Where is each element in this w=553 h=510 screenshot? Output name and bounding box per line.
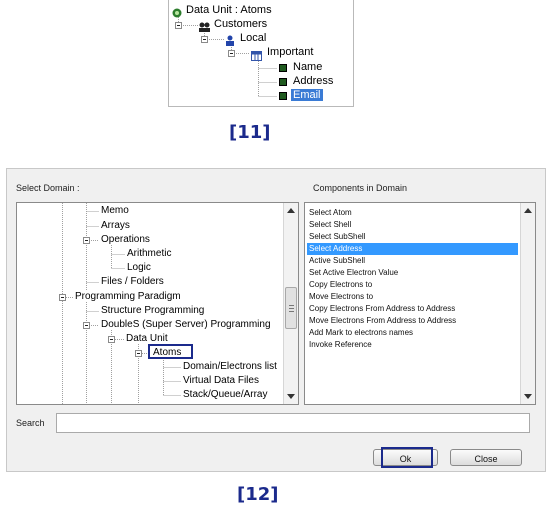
domain-tree[interactable]: Memo Arrays Operations Arithmetic Logic … [16, 202, 299, 405]
tree-item-virtual-data-files[interactable]: Virtual Data Files [183, 376, 259, 386]
tree-item-operations[interactable]: Operations [101, 235, 150, 245]
scroll-down-arrow-icon[interactable] [287, 394, 295, 399]
tree-item-email-selected[interactable]: Email [291, 89, 323, 101]
tree-item-doubles-programming[interactable]: DoubleS (Super Server) Programming [101, 320, 271, 330]
customers-icon [199, 19, 210, 32]
component-item[interactable]: Invoke Reference [307, 339, 518, 351]
expand-toggle-operations[interactable] [83, 237, 90, 244]
select-domain-label: Select Domain : [16, 183, 80, 193]
select-domain-dialog: Select Domain : Components in Domain Mem… [6, 168, 546, 472]
local-icon [225, 33, 235, 46]
component-item[interactable]: Copy Electrons From Address to Address [307, 303, 518, 315]
tree-item-name[interactable]: Name [293, 62, 322, 73]
data-unit-icon [172, 5, 182, 18]
component-item[interactable]: Select SubShell [307, 231, 518, 243]
tree-item-memo[interactable]: Memo [101, 206, 129, 216]
components-label: Components in Domain [313, 183, 408, 193]
tree-item-local[interactable]: Local [240, 33, 266, 44]
tree-item-structure-programming[interactable]: Structure Programming [101, 306, 204, 316]
tree-item-stack-queue-array[interactable]: Stack/Queue/Array [183, 390, 267, 400]
expand-toggle-doubles[interactable] [83, 322, 90, 329]
tree-item-important[interactable]: Important [267, 47, 313, 58]
component-item[interactable]: Copy Electrons to [307, 279, 518, 291]
tree-item-address[interactable]: Address [293, 76, 333, 87]
ok-highlight-box [381, 447, 433, 468]
expand-toggle-local[interactable] [201, 36, 208, 43]
component-item[interactable]: Add Mark to electrons names [307, 327, 518, 339]
expand-toggle-customers[interactable] [175, 22, 182, 29]
tree-root-label[interactable]: Data Unit : Atoms [186, 5, 272, 16]
tree-item-arithmetic[interactable]: Arithmetic [127, 249, 171, 259]
field-icon [279, 92, 287, 100]
table-icon [251, 48, 262, 61]
tree-item-domain-electrons[interactable]: Domain/Electrons list [183, 362, 277, 372]
tree-item-logic[interactable]: Logic [127, 263, 151, 273]
search-label: Search [16, 418, 45, 428]
component-item[interactable]: Select Atom [307, 207, 518, 219]
component-item[interactable]: Select Shell [307, 219, 518, 231]
expand-toggle-important[interactable] [228, 50, 235, 57]
scroll-down-arrow-icon[interactable] [524, 394, 532, 399]
tree-view-figure-11: Data Unit : Atoms Customers Local Import… [168, 0, 354, 107]
component-item[interactable]: Move Electrons to [307, 291, 518, 303]
close-button[interactable]: Close [450, 449, 522, 466]
scroll-up-arrow-icon[interactable] [287, 208, 295, 213]
atoms-highlight-box [148, 344, 193, 359]
component-item[interactable]: Move Electrons From Address to Address [307, 315, 518, 327]
tree-item-data-unit[interactable]: Data Unit [126, 334, 168, 344]
component-item[interactable]: Active SubShell [307, 255, 518, 267]
caption-12: [12] [237, 484, 279, 505]
components-scrollbar[interactable] [520, 203, 535, 404]
tree-item-files-folders[interactable]: Files / Folders [101, 277, 164, 287]
tree-item-programming-paradigm[interactable]: Programming Paradigm [75, 292, 181, 302]
expand-toggle-paradigm[interactable] [59, 294, 66, 301]
domain-tree-scrollbar[interactable] [283, 203, 298, 404]
component-item[interactable]: Select Address [307, 243, 518, 255]
search-input[interactable] [56, 413, 530, 433]
field-icon [279, 64, 287, 72]
component-item[interactable]: Set Active Electron Value [307, 267, 518, 279]
components-list[interactable]: Select Atom Select Shell Select SubShell Se… [304, 202, 536, 405]
tree-item-customers[interactable]: Customers [214, 19, 267, 30]
caption-11: [11] [229, 122, 271, 143]
expand-toggle-data-unit[interactable] [108, 336, 115, 343]
scroll-thumb[interactable] [285, 287, 297, 329]
scroll-up-arrow-icon[interactable] [524, 208, 532, 213]
expand-toggle-atoms[interactable] [135, 350, 142, 357]
tree-item-arrays[interactable]: Arrays [101, 221, 130, 231]
field-icon [279, 78, 287, 86]
tree-connector-lines [178, 17, 277, 97]
